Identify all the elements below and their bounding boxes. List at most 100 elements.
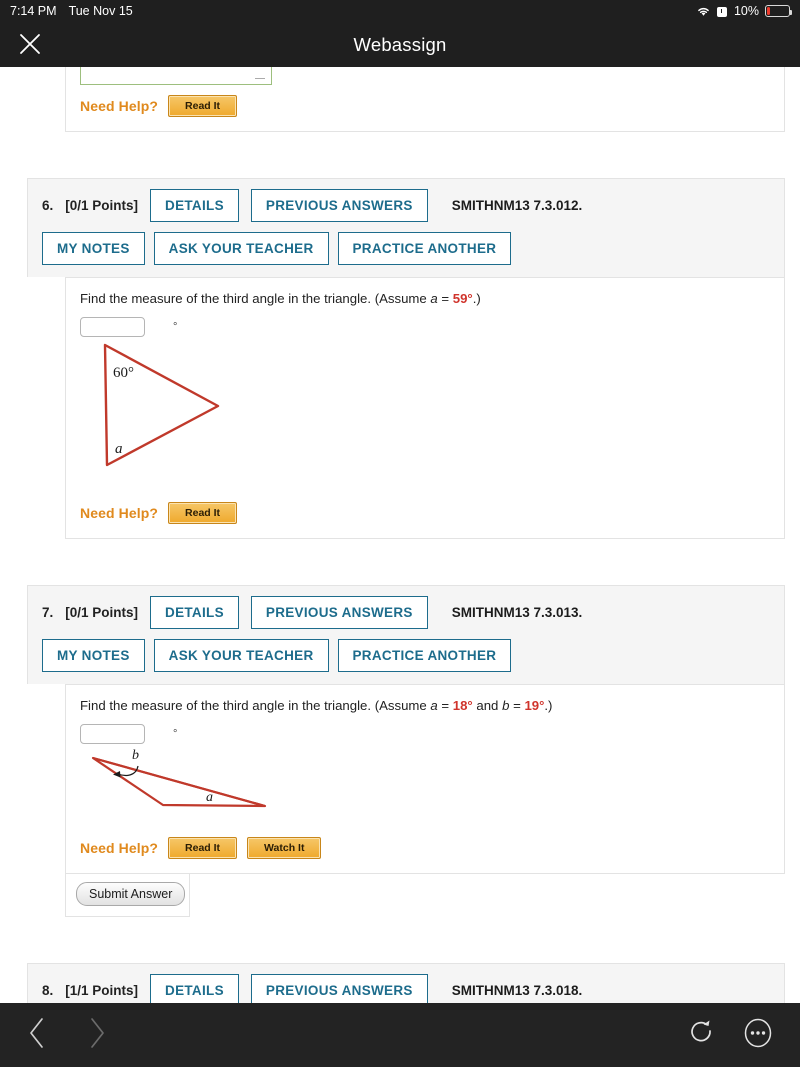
question-6-read-it-button[interactable]: Read It	[168, 501, 238, 524]
question-6-answer-input[interactable]	[80, 316, 145, 337]
question-7-code: SMITHNM13 7.3.013.	[451, 604, 583, 620]
browser-bottom-bar	[0, 1003, 800, 1067]
more-ellipsis-icon[interactable]	[742, 1017, 774, 1054]
question-6-ask-teacher-button[interactable]: ASK YOUR TEACHER	[153, 232, 329, 265]
question-card-partial-top: Need Help? Read It	[27, 67, 785, 132]
previous-answer-field[interactable]	[80, 67, 272, 85]
question-6-prompt-text: Find the measure of the third angle in t…	[80, 291, 431, 306]
question-7-answer-row: °	[80, 723, 770, 744]
question-6-body: Find the measure of the third angle in t…	[65, 277, 785, 539]
question-6-need-help-label: Need Help?	[80, 504, 159, 521]
question-card-7: 7. [0/1 Points] DETAILS PREVIOUS ANSWERS…	[27, 584, 785, 917]
question-8-header-row-1: 8. [1/1 Points] DETAILS PREVIOUS ANSWERS…	[42, 973, 770, 1003]
page-content[interactable]: Need Help? Read It 6. [0/1 Points] DETAI…	[0, 67, 800, 1003]
question-7-prompt-tail: .)	[544, 697, 553, 713]
app-root: 7:14 PM Tue Nov 15 10% Webassign Need He…	[0, 0, 800, 1067]
question-6-previous-answers-button[interactable]: PREVIOUS ANSWERS	[250, 189, 428, 222]
question-6-header-row-1: 6. [0/1 Points] DETAILS PREVIOUS ANSWERS…	[42, 189, 770, 222]
question-6-figure: 60° a	[80, 337, 770, 492]
question-card-8: 8. [1/1 Points] DETAILS PREVIOUS ANSWERS…	[27, 962, 785, 1003]
question-6-degree-symbol: °	[173, 320, 178, 333]
svg-text:60°: 60°	[113, 365, 134, 381]
question-6-header: 6. [0/1 Points] DETAILS PREVIOUS ANSWERS…	[27, 178, 785, 277]
question-6-practice-another-button[interactable]: PRACTICE ANOTHER	[337, 232, 512, 265]
question-8-details-button[interactable]: DETAILS	[150, 973, 239, 1003]
question-7-submit-answer-button[interactable]: Submit Answer	[76, 881, 186, 906]
reload-icon[interactable]	[688, 1018, 716, 1053]
question-7-prompt-text: Find the measure of the third angle in t…	[80, 697, 431, 713]
question-8-points: [1/1 Points]	[65, 982, 139, 998]
need-help-row: Need Help? Read It	[80, 95, 770, 117]
question-7-practice-another-button[interactable]: PRACTICE ANOTHER	[337, 638, 512, 672]
status-date: Tue Nov 15	[68, 4, 133, 18]
question-7-previous-answers-button[interactable]: PREVIOUS ANSWERS	[250, 595, 428, 629]
battery-icon	[765, 5, 792, 17]
question-6-my-notes-button[interactable]: MY NOTES	[42, 232, 145, 265]
status-bar-left: 7:14 PM Tue Nov 15	[10, 4, 133, 18]
question-7-need-help-row: Need Help? Read It Watch It	[80, 836, 770, 859]
question-6-value-a: 59°	[452, 291, 473, 306]
svg-text:a: a	[206, 790, 213, 805]
question-6-details-button[interactable]: DETAILS	[150, 189, 239, 222]
question-6-points: [0/1 Points]	[65, 198, 139, 213]
question-7-value-a: 18°	[452, 697, 473, 713]
card-gap-3	[0, 917, 800, 963]
question-7-submit-panel: Submit Answer	[65, 873, 190, 917]
question-7-need-help-label: Need Help?	[80, 839, 159, 856]
question-7-details-button[interactable]: DETAILS	[150, 595, 239, 629]
question-partial-body: Need Help? Read It	[65, 67, 785, 132]
question-7-body: Find the measure of the third angle in t…	[65, 683, 785, 874]
question-7-header-row-2: MY NOTES ASK YOUR TEACHER PRACTICE ANOTH…	[42, 638, 770, 672]
question-7-answer-input[interactable]	[80, 723, 145, 744]
question-7-prompt-mid: and	[472, 697, 503, 713]
question-7-prompt: Find the measure of the third angle in t…	[80, 697, 770, 715]
question-7-number: 7.	[42, 604, 54, 620]
status-bar-right: 10%	[696, 4, 792, 18]
question-8-code: SMITHNM13 7.3.018.	[451, 982, 583, 998]
title-bar: Webassign	[0, 22, 800, 67]
question-6-header-row-2: MY NOTES ASK YOUR TEACHER PRACTICE ANOTH…	[42, 232, 770, 265]
page-title: Webassign	[353, 33, 447, 55]
status-time: 7:14 PM	[10, 4, 57, 18]
question-6-eq: =	[437, 291, 453, 306]
svg-text:b: b	[132, 748, 139, 763]
chevron-right-icon[interactable]	[84, 1016, 110, 1055]
question-8-number: 8.	[42, 982, 54, 998]
question-7-ask-teacher-button[interactable]: ASK YOUR TEACHER	[153, 638, 329, 672]
question-7-header-row-1: 7. [0/1 Points] DETAILS PREVIOUS ANSWERS…	[42, 595, 770, 629]
question-6-need-help-row: Need Help? Read It	[80, 501, 770, 524]
question-7-eq-2: =	[509, 697, 525, 713]
question-6-prompt-tail: .)	[472, 291, 481, 306]
bottom-bar-action-group	[688, 1017, 774, 1054]
question-8-previous-answers-button[interactable]: PREVIOUS ANSWERS	[250, 973, 428, 1003]
card-gap	[0, 132, 800, 178]
read-it-button[interactable]: Read It	[168, 95, 238, 117]
question-6-number: 6.	[42, 198, 54, 213]
wifi-icon	[696, 5, 711, 17]
question-6-prompt: Find the measure of the third angle in t…	[80, 290, 770, 308]
question-7-eq-1: =	[437, 697, 453, 713]
question-7-degree-symbol: °	[173, 727, 178, 740]
question-8-header: 8. [1/1 Points] DETAILS PREVIOUS ANSWERS…	[27, 962, 785, 1003]
status-bar: 7:14 PM Tue Nov 15 10%	[0, 0, 800, 22]
question-7-figure: b a	[80, 744, 770, 827]
battery-percent-label: 10%	[733, 4, 759, 18]
question-6-var-a: a	[430, 291, 438, 306]
question-7-header: 7. [0/1 Points] DETAILS PREVIOUS ANSWERS…	[27, 584, 785, 684]
question-7-my-notes-button[interactable]: MY NOTES	[42, 638, 145, 672]
question-6-code: SMITHNM13 7.3.012.	[451, 198, 583, 213]
question-7-read-it-button[interactable]: Read It	[168, 836, 238, 859]
bottom-bar-nav-group	[24, 1016, 110, 1055]
question-7-value-b: 19°	[524, 697, 545, 713]
close-icon[interactable]	[16, 30, 44, 58]
question-7-watch-it-button[interactable]: Watch It	[247, 836, 322, 859]
chevron-left-icon[interactable]	[24, 1016, 50, 1055]
card-gap-2	[0, 539, 800, 585]
question-card-6: 6. [0/1 Points] DETAILS PREVIOUS ANSWERS…	[27, 178, 785, 539]
question-7-points: [0/1 Points]	[65, 604, 139, 620]
question-7-var-a: a	[430, 697, 438, 713]
alarm-clock-icon	[717, 6, 728, 17]
svg-text:a: a	[115, 441, 123, 457]
question-6-answer-row: °	[80, 316, 770, 337]
need-help-label: Need Help?	[80, 98, 159, 114]
